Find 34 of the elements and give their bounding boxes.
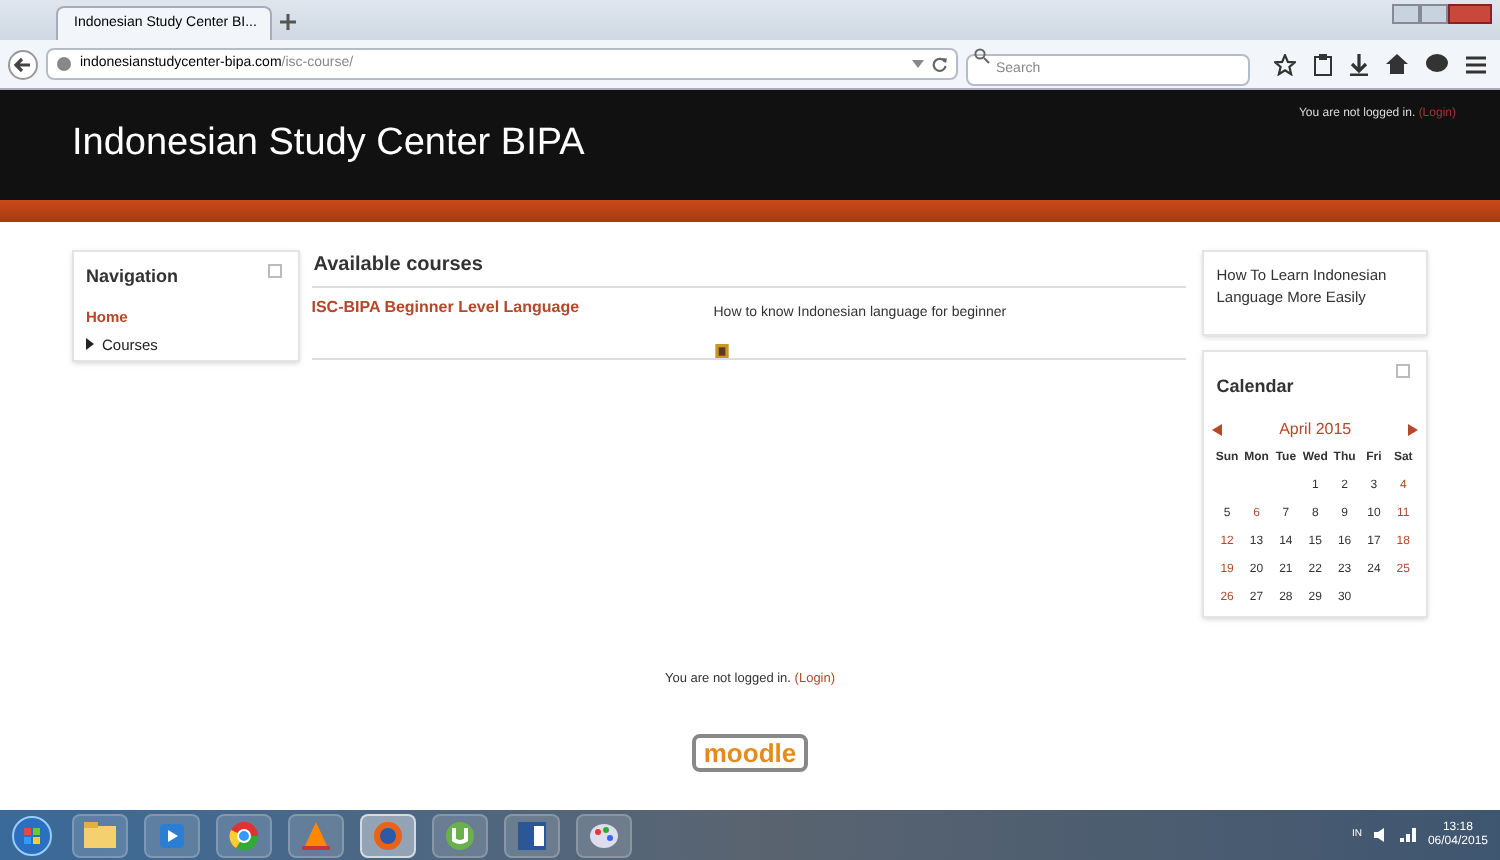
network-icon[interactable]	[1399, 828, 1416, 842]
expander-icon[interactable]	[86, 338, 94, 351]
search-icon	[974, 48, 990, 64]
menu-icon[interactable]	[1466, 55, 1486, 73]
section-heading: Available courses	[313, 252, 485, 280]
new-tab-icon[interactable]	[280, 14, 296, 30]
taskbar-button[interactable]	[432, 813, 488, 857]
home-icon[interactable]	[1386, 54, 1408, 74]
back-icon[interactable]	[8, 49, 38, 79]
previous-month-icon[interactable]	[1212, 424, 1223, 436]
circle-icon	[226, 817, 262, 853]
taskbar-button[interactable]	[72, 813, 128, 857]
month-title: April 2015	[1279, 418, 1352, 442]
taskbar-button[interactable]	[504, 813, 560, 857]
window-controls[interactable]	[1392, 4, 1492, 24]
cone-icon	[298, 817, 334, 853]
speaker-icon[interactable]	[1373, 828, 1388, 842]
block-title: Calendar	[1216, 376, 1294, 396]
dropdown-icon[interactable]	[912, 60, 924, 68]
course-icon	[713, 343, 730, 358]
block-title: Navigation	[86, 264, 179, 290]
taskbar-button[interactable]	[360, 813, 416, 857]
clipboard-icon[interactable]	[1314, 53, 1332, 75]
taskbar-button[interactable]	[216, 813, 272, 857]
download-icon[interactable]	[1350, 53, 1368, 75]
course-link[interactable]: ISC-BIPA Beginner Level Language	[311, 296, 714, 358]
site-name: Indonesian Study Center BIPA	[72, 120, 585, 169]
folder-icon	[82, 817, 118, 853]
star-icon[interactable]	[1274, 53, 1296, 75]
start-button[interactable]	[12, 815, 52, 855]
taskbar-button[interactable]	[144, 813, 200, 857]
reload-icon[interactable]	[932, 56, 948, 72]
next-month-icon[interactable]	[1407, 424, 1418, 436]
taskbar-button[interactable]	[576, 813, 632, 857]
